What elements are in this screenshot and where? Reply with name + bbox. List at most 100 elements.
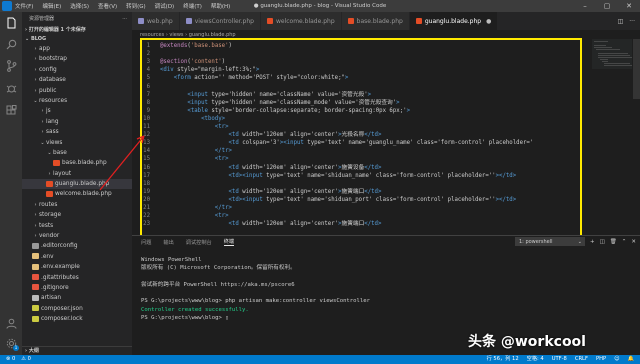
editor-tab[interactable]: viewsController.php [179, 12, 261, 30]
editor-tab[interactable]: web.php [132, 12, 180, 30]
code-line[interactable]: 14 </tr> [132, 147, 582, 155]
menu-item[interactable]: 文件(F) [15, 2, 33, 10]
code-line[interactable]: 17 <td><input type='text' name='shiduan_… [132, 172, 582, 180]
code-line[interactable]: 3 @section('content') [132, 58, 582, 66]
tree-folder[interactable]: › database [22, 75, 132, 85]
editor-scrollbar[interactable] [633, 39, 640, 99]
tree-file[interactable]: base.blade.php [22, 158, 132, 168]
search-icon[interactable] [5, 38, 17, 50]
panel-tab[interactable]: 输出 [163, 239, 173, 246]
tree-folder[interactable]: › routes [22, 200, 132, 210]
tree-file[interactable]: .env [22, 252, 132, 262]
tree-folder[interactable]: › bootstrap [22, 54, 132, 64]
warnings-count[interactable]: ⚠ 0 [21, 355, 31, 364]
open-editors-section[interactable]: › 打开的编辑器 1 个未保存 [22, 26, 132, 35]
code-line[interactable]: 21 </tr> [132, 204, 582, 212]
delete-terminal-icon[interactable]: 🗑 [610, 239, 617, 245]
tree-file[interactable]: composer.lock [22, 314, 132, 324]
tree-folder[interactable]: › public [22, 86, 132, 96]
menu-item[interactable]: 查看(V) [98, 2, 117, 10]
tree-folder[interactable]: ⌄resources [22, 96, 132, 106]
menu-item[interactable]: 转到(G) [126, 2, 146, 10]
editor-tab[interactable]: base.blade.php [341, 12, 410, 30]
panel-tab[interactable]: 调试控制台 [186, 239, 212, 246]
settings-gear-icon[interactable]: 1 [5, 337, 19, 351]
outline-section[interactable]: › 大纲 [22, 346, 132, 355]
code-line[interactable]: 23 <td width='120em' align='center'>施簧端口… [132, 220, 582, 228]
cursor-position[interactable]: 行 56，列 12 [487, 355, 519, 364]
code-line[interactable]: 7 <input type='hidden' name='className' … [132, 91, 582, 99]
code-line[interactable]: 11 <tr> [132, 123, 582, 131]
code-line[interactable]: 19 <td width='120em' align='center'>施簧端口… [132, 188, 582, 196]
extensions-icon[interactable] [5, 104, 17, 116]
notifications-icon[interactable]: 🔔 [628, 355, 634, 364]
tree-folder[interactable]: › tests [22, 221, 132, 231]
source-control-icon[interactable] [5, 60, 17, 72]
code-line[interactable]: 10 <tbody> [132, 115, 582, 123]
code-line[interactable]: 6 [132, 83, 582, 91]
add-terminal-icon[interactable]: + [590, 239, 595, 245]
code-line[interactable]: 9 <table style='border-collapse:separate… [132, 107, 582, 115]
terminal-output[interactable]: Windows PowerShell 版权所有 (C) Microsoft Cor… [141, 256, 370, 322]
code-editor[interactable]: 1 @extends('base.base') 2 3 @section('conten… [132, 39, 640, 235]
tree-file[interactable]: .gitattributes [22, 273, 132, 283]
code-line[interactable]: 22 <tr> [132, 212, 582, 220]
account-icon[interactable] [5, 317, 17, 329]
code-line[interactable]: 4 <div style="margin-left:3%;"> [132, 66, 582, 74]
code-line[interactable]: 8 <input type='hidden' name='className_m… [132, 99, 582, 107]
panel-tab[interactable]: 终端 [223, 238, 235, 246]
editor-tab[interactable]: welcome.blade.php [260, 12, 342, 30]
tree-folder[interactable]: › vendor [22, 231, 132, 241]
code-line[interactable]: 12 <td width='120em' align='center'>光殺名称… [132, 131, 582, 139]
line-ending[interactable]: CRLF [575, 355, 588, 364]
code-line[interactable]: 15 <tr> [132, 155, 582, 163]
tree-folder[interactable]: › config [22, 65, 132, 75]
tree-file[interactable]: .gitignore [22, 283, 132, 293]
indentation[interactable]: 空格: 4 [527, 355, 544, 364]
files-icon[interactable] [5, 17, 17, 29]
tree-file[interactable]: .env.example [22, 262, 132, 272]
tree-folder[interactable]: › sass [22, 127, 132, 137]
editor-tab[interactable]: guanglu.blade.php ● [409, 12, 499, 30]
maximize-panel-icon[interactable]: ⌃ [622, 239, 627, 245]
tree-file[interactable]: artisan [22, 293, 132, 303]
maximize-icon[interactable]: ▢ [596, 0, 618, 12]
code-line[interactable]: 20 <td><input type='text' name='shiduan_… [132, 196, 582, 204]
code-line[interactable]: 2 [132, 50, 582, 58]
tree-file[interactable]: .editorconfig [22, 241, 132, 251]
close-icon[interactable]: ✕ [618, 0, 640, 12]
tree-folder[interactable]: › app [22, 44, 132, 54]
project-root[interactable]: ⌄ BLOG [22, 35, 132, 44]
split-terminal-icon[interactable]: ◫ [600, 239, 605, 245]
errors-count[interactable]: ⊗ 0 [6, 355, 15, 364]
code-line[interactable]: 16 <td width='120em' align='center'>施簧设备… [132, 164, 582, 172]
tree-folder[interactable]: › js [22, 106, 132, 116]
split-editor-icon[interactable]: ◫ [618, 18, 624, 25]
minimize-icon[interactable]: – [574, 0, 596, 12]
unsaved-dot-icon[interactable]: ● [486, 18, 491, 25]
tree-folder[interactable]: › lang [22, 117, 132, 127]
code-line[interactable]: 5 <form action='' method='POST' style="c… [132, 74, 582, 82]
tree-folder[interactable]: › layout [22, 169, 132, 179]
code-line[interactable]: 18 [132, 180, 582, 188]
tree-folder[interactable]: › storage [22, 210, 132, 220]
menu-item[interactable]: 终端(T) [183, 2, 202, 10]
menu-item[interactable]: 编辑(E) [42, 2, 61, 10]
panel-tab[interactable]: 问题 [141, 239, 151, 246]
encoding[interactable]: UTF-8 [552, 355, 567, 364]
language-mode[interactable]: PHP [596, 355, 606, 364]
tree-folder[interactable]: ⌄views [22, 138, 132, 148]
tree-folder[interactable]: ⌄base [22, 148, 132, 158]
code-line[interactable]: 13 <td colspan='3'><input type='text' na… [132, 139, 582, 147]
code-line[interactable]: 1 @extends('base.base') [132, 42, 582, 50]
breadcrumb[interactable]: resources › views › guanglu.blade.php [140, 31, 236, 39]
terminal-select[interactable]: 1: powershell ⌄ [514, 237, 585, 246]
menu-item[interactable]: 帮助(H) [211, 2, 230, 10]
menu-item[interactable]: 选择(S) [70, 2, 89, 10]
menu-item[interactable]: 调试(D) [155, 2, 175, 10]
tree-file[interactable]: welcome.blade.php [22, 189, 132, 199]
feedback-icon[interactable]: ☺ [614, 355, 619, 364]
tree-file[interactable]: composer.json [22, 304, 132, 314]
more-actions-icon[interactable]: ··· [629, 18, 635, 25]
minimap[interactable] [592, 39, 632, 235]
